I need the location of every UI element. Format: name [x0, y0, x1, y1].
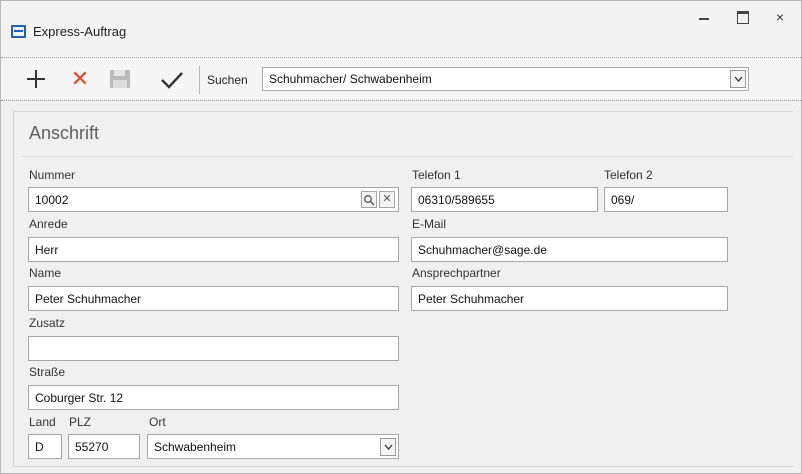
ansprechpartner-field[interactable]: Peter Schuhmacher: [411, 286, 728, 311]
zusatz-label: Zusatz: [29, 316, 66, 330]
nummer-clear-button[interactable]: ✕: [379, 191, 395, 208]
search-label: Suchen: [207, 73, 248, 87]
express-auftrag-window: Express-Auftrag × ✕ Suchen Schuhmacher/ …: [0, 0, 802, 474]
add-button[interactable]: [21, 64, 51, 94]
save-button[interactable]: [105, 64, 135, 94]
section-divider: [21, 156, 793, 157]
plz-value: 55270: [75, 440, 109, 454]
minimize-button[interactable]: [689, 7, 719, 27]
name-field[interactable]: Peter Schuhmacher: [28, 286, 399, 311]
close-button[interactable]: ×: [765, 7, 795, 27]
strasse-label: Straße: [29, 365, 66, 379]
search-dropdown-button[interactable]: [730, 70, 746, 88]
delete-button[interactable]: ✕: [65, 64, 95, 94]
telefon1-value: 06310/589655: [418, 193, 495, 207]
strasse-value: Coburger Str. 12: [35, 391, 124, 405]
nummer-label: Nummer: [29, 168, 76, 182]
strasse-field[interactable]: Coburger Str. 12: [28, 385, 399, 410]
chevron-down-icon: [734, 76, 743, 82]
checkmark-icon: [161, 72, 183, 89]
land-label: Land: [29, 415, 56, 429]
ort-dropdown-button[interactable]: [380, 438, 396, 456]
telefon2-value: 069/: [611, 193, 635, 207]
zusatz-field[interactable]: [28, 336, 399, 361]
email-field[interactable]: Schuhmacher@sage.de: [411, 237, 728, 262]
anrede-field[interactable]: Herr: [28, 237, 399, 262]
confirm-button[interactable]: [157, 64, 187, 94]
ort-value: Schwabenheim: [154, 440, 237, 454]
ansprechpartner-label: Ansprechpartner: [412, 266, 501, 280]
telefon1-label: Telefon 1: [412, 168, 461, 182]
title-bar: Express-Auftrag ×: [1, 1, 801, 57]
ansprechpartner-value: Peter Schuhmacher: [418, 292, 525, 306]
anrede-value: Herr: [35, 243, 59, 257]
email-value: Schuhmacher@sage.de: [418, 243, 547, 257]
app-window-icon: [11, 25, 26, 38]
maximize-button[interactable]: [727, 7, 757, 27]
search-icon: [364, 195, 375, 206]
nummer-value: 10002: [35, 193, 69, 207]
window-title: Express-Auftrag: [33, 24, 127, 39]
toolbar: ✕ Suchen Schuhmacher/ Schwabenheim: [1, 57, 801, 101]
land-field[interactable]: D: [28, 434, 62, 459]
nummer-search-button[interactable]: [361, 191, 377, 208]
land-value: D: [35, 440, 44, 454]
name-label: Name: [29, 266, 62, 280]
search-value: Schuhmacher/ Schwabenheim: [269, 72, 432, 86]
floppy-disk-icon: [110, 70, 130, 88]
search-combobox[interactable]: Schuhmacher/ Schwabenheim: [262, 67, 749, 91]
section-title: Anschrift: [29, 123, 100, 143]
name-value: Peter Schuhmacher: [35, 292, 142, 306]
toolbar-separator: [199, 66, 200, 94]
telefon1-field[interactable]: 06310/589655: [411, 187, 598, 212]
plz-field[interactable]: 55270: [68, 434, 140, 459]
email-label: E-Mail: [412, 217, 447, 231]
ort-label: Ort: [149, 415, 166, 429]
anrede-label: Anrede: [29, 217, 68, 231]
nummer-field[interactable]: 10002 ✕: [28, 187, 399, 212]
plz-label: PLZ: [69, 415, 92, 429]
telefon2-label: Telefon 2: [604, 168, 653, 182]
ort-combobox[interactable]: Schwabenheim: [147, 434, 399, 459]
chevron-down-icon: [384, 444, 393, 450]
telefon2-field[interactable]: 069/: [604, 187, 728, 212]
